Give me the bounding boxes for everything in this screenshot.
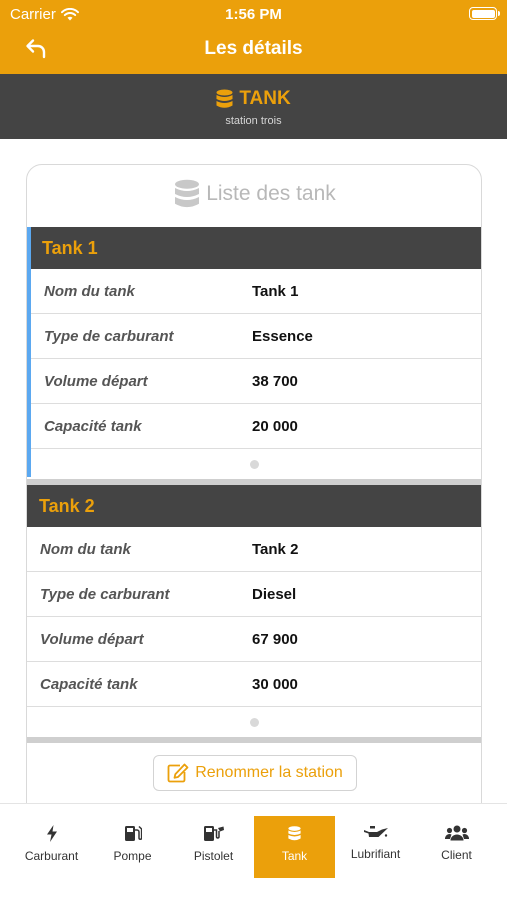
table-row: Capacité tank 20 000 <box>27 404 481 449</box>
tank-name: Tank 2 <box>27 485 481 527</box>
selected-indicator <box>27 227 31 477</box>
fuel-nozzle-icon <box>203 826 224 841</box>
users-icon <box>444 825 469 841</box>
table-row: Type de carburant Diesel <box>27 572 481 617</box>
band-title-text: TANK <box>239 88 291 109</box>
row-value: Tank 2 <box>252 540 299 558</box>
tab-label: Pompe <box>113 849 152 863</box>
page-dot <box>250 718 259 727</box>
table-row: Volume départ 38 700 <box>27 359 481 404</box>
tab-label: Carburant <box>24 849 79 863</box>
page-indicator <box>27 449 481 479</box>
tab-label: Tank <box>281 849 308 863</box>
tank-item[interactable]: Tank 2 Nom du tank Tank 2 Type de carbur… <box>27 485 481 743</box>
row-value: 30 000 <box>252 675 298 693</box>
tab-label: Lubrifiant <box>350 847 401 861</box>
card-header: Liste des tank <box>27 179 481 209</box>
row-value: 67 900 <box>252 630 298 648</box>
database-icon <box>175 179 200 208</box>
tab-label: Client <box>441 848 472 862</box>
card-title: Liste des tank <box>206 182 336 205</box>
bolt-icon <box>46 825 57 842</box>
rename-station-button[interactable]: Renommer la station <box>153 755 357 791</box>
tab-bar: Carburant Pompe Pistolet Tank Lubrifiant… <box>0 803 507 900</box>
edit-icon <box>167 763 189 783</box>
gas-pump-icon <box>124 825 142 841</box>
row-value: Diesel <box>252 585 297 603</box>
tab-pistolet[interactable]: Pistolet <box>173 816 254 878</box>
row-value: 38 700 <box>252 372 298 390</box>
tab-pompe[interactable]: Pompe <box>92 816 173 878</box>
row-label: Capacité tank <box>40 675 138 693</box>
row-label: Capacité tank <box>44 417 142 435</box>
database-icon <box>216 89 233 108</box>
table-row: Type de carburant Essence <box>27 314 481 359</box>
tank-list-card: Liste des tank Tank 1 Nom du tank Tank 1… <box>26 164 482 824</box>
station-name: station trois <box>225 115 282 127</box>
tab-tank[interactable]: Tank <box>254 816 335 878</box>
row-label: Nom du tank <box>44 282 135 300</box>
rename-label: Renommer la station <box>195 764 343 781</box>
oil-can-icon <box>363 826 388 837</box>
top-bar: Carrier 1:56 PM Les détails <box>0 0 507 74</box>
row-label: Volume départ <box>44 372 148 390</box>
database-icon <box>288 826 301 841</box>
tab-lubrifiant[interactable]: Lubrifiant <box>335 816 416 878</box>
band-title: TANK <box>0 88 507 110</box>
page-title: Les détails <box>204 38 303 59</box>
row-value: 20 000 <box>252 417 298 435</box>
battery-icon <box>469 7 500 20</box>
table-row: Nom du tank Tank 2 <box>27 527 481 572</box>
tank-item[interactable]: Tank 1 Nom du tank Tank 1 Type de carbur… <box>27 227 481 485</box>
page-indicator <box>27 707 481 737</box>
table-row: Capacité tank 30 000 <box>27 662 481 707</box>
divider <box>27 737 481 743</box>
row-value: Tank 1 <box>252 282 299 300</box>
tank-name: Tank 1 <box>27 227 481 269</box>
page-dot <box>250 460 259 469</box>
status-time: 1:56 PM <box>225 6 282 23</box>
row-value: Essence <box>252 327 313 345</box>
tab-label: Pistolet <box>193 849 234 863</box>
row-label: Nom du tank <box>40 540 131 558</box>
tab-client[interactable]: Client <box>416 816 497 878</box>
row-label: Type de carburant <box>44 327 174 345</box>
status-bar: Carrier 1:56 PM <box>0 0 507 30</box>
table-row: Volume départ 67 900 <box>27 617 481 662</box>
section-band: TANK station trois <box>0 74 507 139</box>
row-label: Type de carburant <box>40 585 170 603</box>
row-label: Volume départ <box>40 630 144 648</box>
tab-carburant[interactable]: Carburant <box>11 816 92 878</box>
table-row: Nom du tank Tank 1 <box>27 269 481 314</box>
